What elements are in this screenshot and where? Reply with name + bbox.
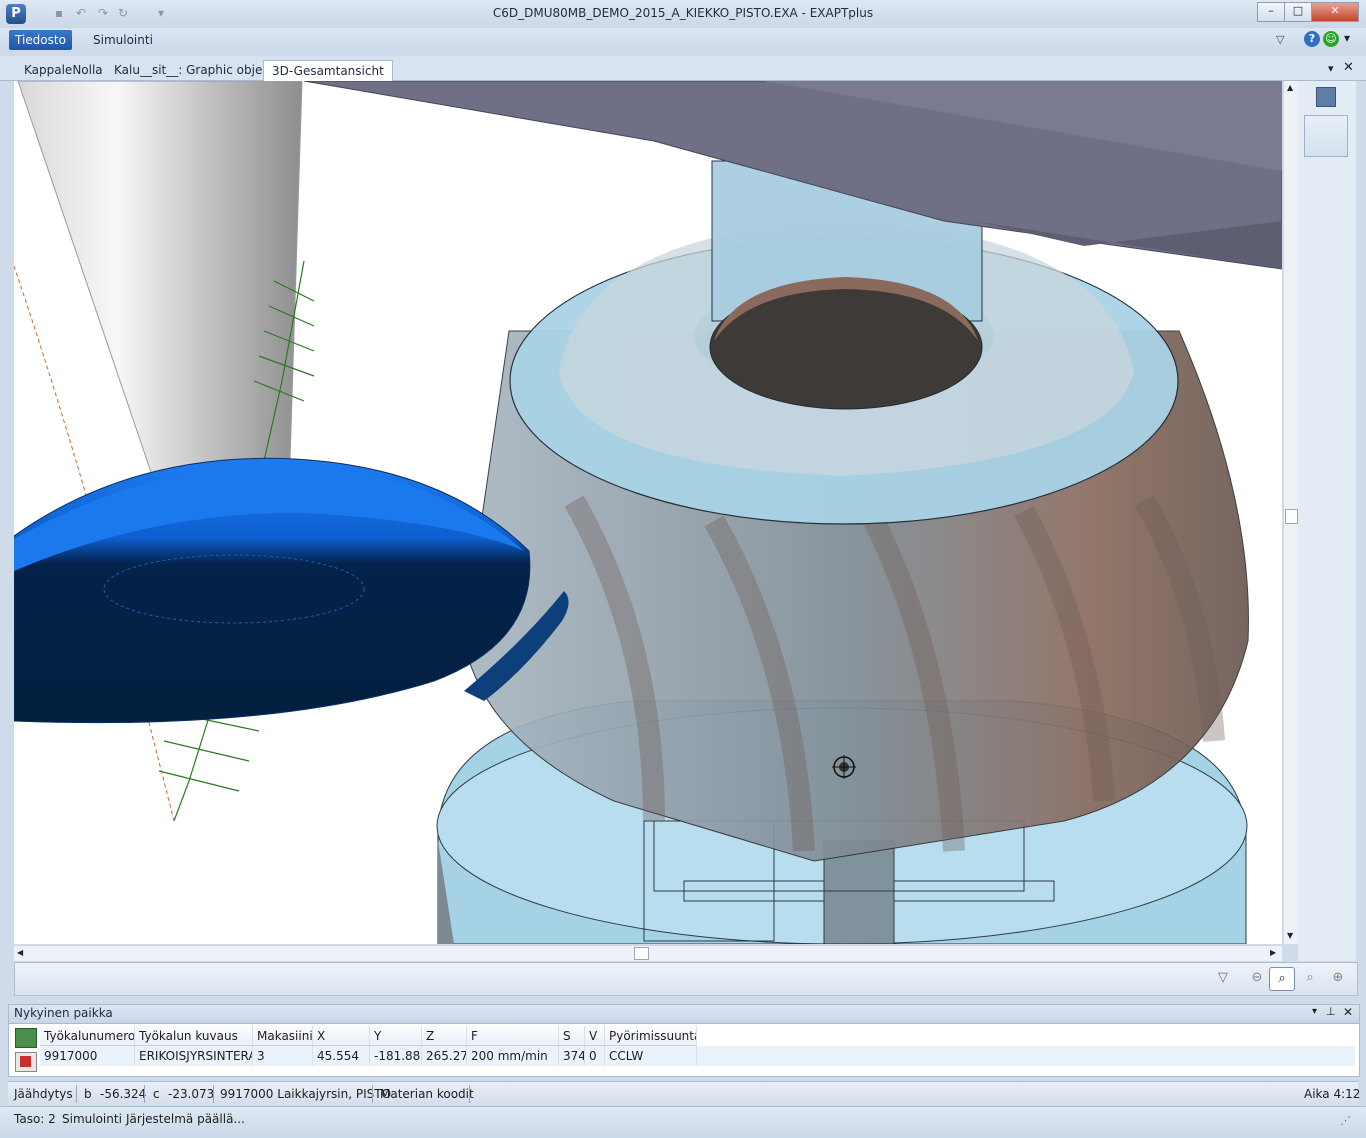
ribbon-bar [0, 28, 1366, 52]
cell-v[interactable]: 0 [585, 1046, 605, 1066]
col-header-magazine[interactable]: Makasiini [253, 1026, 313, 1046]
cell-x[interactable]: 45.554 [313, 1046, 370, 1066]
cell-tool-description[interactable]: ERIKOISJYRSINTERAT [135, 1046, 253, 1066]
scroll-up-icon[interactable]: ▲ [1287, 83, 1293, 92]
vertical-scroll-thumb[interactable] [1285, 509, 1298, 524]
col-header-f[interactable]: F [467, 1026, 559, 1046]
col-header-y[interactable]: Y [370, 1026, 422, 1046]
3d-scene [14, 81, 1282, 944]
panel-header [8, 1004, 1360, 1024]
zoom-icon[interactable]: ⌕ [1269, 967, 1295, 991]
status-separator [469, 1085, 470, 1103]
status-b-label: b [84, 1087, 92, 1101]
status-separator [76, 1085, 77, 1103]
3d-viewport[interactable] [14, 81, 1282, 944]
col-header-tool-description[interactable]: Työkalun kuvaus [135, 1026, 253, 1046]
ribbon-options-icon[interactable]: ▾ [1344, 31, 1350, 45]
window-title: C6D_DMU80MB_DEMO_2015_A_KIEKKO_PISTO.EXA… [492, 6, 874, 20]
ribbon-collapse-icon[interactable]: ▽ [1276, 33, 1284, 46]
status-b-value: -56.324 [100, 1087, 147, 1101]
col-header-rotation-direction[interactable]: Pyörimissuunta [605, 1026, 697, 1046]
scroll-down-icon[interactable]: ▼ [1287, 931, 1293, 940]
col-header-tool-number[interactable]: Työkalunumero [40, 1026, 135, 1046]
view-toolbar: ▽ ⊖ ⌕ ⌕ ⊕ [14, 962, 1358, 996]
viewport-horizontal-scrollbar[interactable]: ◀ ▶ [14, 945, 1282, 961]
camera-view-icon[interactable] [1316, 87, 1336, 107]
cell-rotation-direction[interactable]: CCLW [605, 1046, 697, 1066]
col-header-x[interactable]: X [313, 1026, 370, 1046]
tool-cube-icon[interactable] [15, 1052, 37, 1072]
panel-dropdown-icon[interactable]: ▾ [1312, 1006, 1317, 1017]
status-system: Järjestelmä päällä... [126, 1112, 245, 1126]
cell-tool-number[interactable]: 9917000 [40, 1046, 135, 1066]
maximize-button[interactable]: □ [1284, 2, 1312, 22]
table-row-filler [697, 1046, 1355, 1066]
zoom-in-icon[interactable]: ⊕ [1326, 967, 1350, 989]
close-button[interactable]: ✕ [1311, 2, 1359, 22]
tab-3d-gesamtansicht[interactable]: 3D-Gesamtansicht [263, 60, 393, 81]
minimize-button[interactable]: – [1257, 2, 1285, 22]
status-coolant: Jäähdytys [14, 1087, 73, 1101]
cell-s[interactable]: 374 [559, 1046, 585, 1066]
status-mode: Simulointi [62, 1112, 122, 1126]
cell-y[interactable]: -181.882 [370, 1046, 422, 1066]
zoom-area-icon[interactable]: ⌕ [1298, 967, 1322, 989]
status-c-value: -23.073 [168, 1087, 215, 1101]
status-separator [372, 1085, 373, 1103]
ribbon-tab-tiedosto[interactable]: Tiedosto [9, 30, 72, 50]
cell-z[interactable]: 265.274 [422, 1046, 467, 1066]
status-time: Aika 4:12 [1304, 1087, 1361, 1101]
panel-close-icon[interactable]: ✕ [1343, 1005, 1353, 1019]
status-level: Taso: 2 [14, 1112, 56, 1126]
col-header-s[interactable]: S [559, 1026, 585, 1046]
grid-settings-icon[interactable] [15, 1028, 37, 1048]
status-tool: 9917000 Laikkajyrsin, PISTO [220, 1087, 392, 1101]
viewport-vertical-scrollbar[interactable]: ▲ ▼ [1283, 81, 1298, 944]
help-icon[interactable]: ? [1304, 31, 1320, 47]
status-c-label: c [153, 1087, 160, 1101]
tab-close-icon[interactable]: ✕ [1343, 60, 1354, 75]
zoom-out-icon[interactable]: ⊖ [1245, 967, 1269, 989]
tab-kalu-graphic-object[interactable]: Kalu__sit__: Graphic object [106, 60, 282, 80]
filter-icon[interactable]: ▽ [1211, 967, 1235, 989]
panel-pin-icon[interactable]: ⊥ [1326, 1005, 1336, 1018]
tool-holder-cone [17, 81, 303, 482]
horizontal-scroll-thumb[interactable] [634, 947, 649, 960]
tab-list-dropdown-icon[interactable]: ▾ [1328, 62, 1334, 75]
side-panel-button[interactable] [1304, 115, 1348, 157]
col-header-v[interactable]: V [585, 1026, 605, 1046]
status-material: Materian koodit [380, 1087, 474, 1101]
tab-kappalenolla[interactable]: KappaleNolla [16, 60, 111, 80]
status-separator [213, 1085, 214, 1103]
panel-title: Nykyinen paikka [14, 1006, 113, 1020]
side-panel [1298, 81, 1356, 961]
scroll-right-icon[interactable]: ▶ [1270, 948, 1276, 957]
status-separator [144, 1085, 145, 1103]
resize-grip-icon[interactable]: ⋰ [1340, 1114, 1351, 1127]
cell-f[interactable]: 200 mm/min [467, 1046, 559, 1066]
ribbon-tab-simulointi[interactable]: Simulointi [93, 33, 153, 47]
col-header-z[interactable]: Z [422, 1026, 467, 1046]
scroll-left-icon[interactable]: ◀ [17, 948, 23, 957]
cell-magazine[interactable]: 3 [253, 1046, 313, 1066]
status-smiley-icon[interactable]: ☺ [1323, 31, 1339, 47]
